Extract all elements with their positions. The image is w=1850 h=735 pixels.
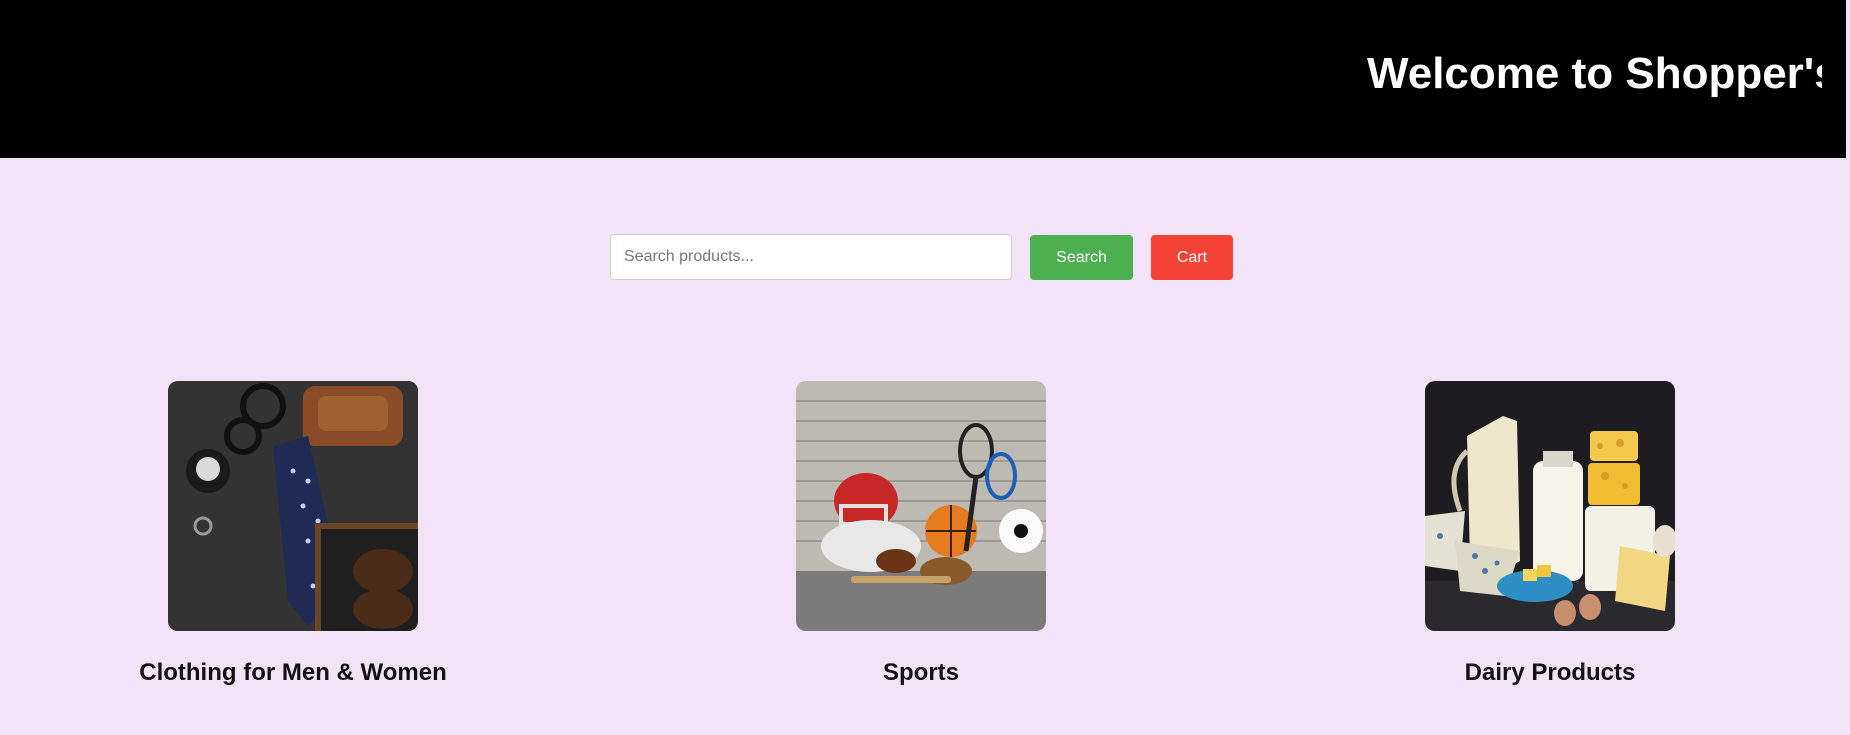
dairy-products-image[interactable] — [1425, 381, 1675, 631]
category-card-sports[interactable]: Sports — [721, 381, 1121, 701]
search-input[interactable] — [610, 234, 1012, 280]
category-card-clothing[interactable]: Clothing for Men & Women — [93, 381, 493, 701]
category-label: Dairy Products — [1464, 659, 1636, 686]
welcome-title: Welcome to Shopper's S — [1367, 49, 1846, 98]
cart-button[interactable]: Cart — [1151, 235, 1233, 280]
search-button[interactable]: Search — [1030, 235, 1133, 280]
header-edge — [1822, 0, 1846, 158]
category-label: Clothing for Men & Women — [139, 659, 447, 686]
category-grid: Clothing for Men & Women Sports Dairy Pr… — [0, 381, 1850, 701]
category-card-dairy[interactable]: Dairy Products — [1350, 381, 1750, 701]
site-header: Welcome to Shopper's S — [0, 0, 1846, 158]
search-bar: Search Cart — [0, 234, 1850, 282]
clothing-accessories-image[interactable] — [168, 381, 418, 631]
sports-equipment-image[interactable] — [796, 381, 1046, 631]
category-label: Sports — [882, 659, 959, 686]
